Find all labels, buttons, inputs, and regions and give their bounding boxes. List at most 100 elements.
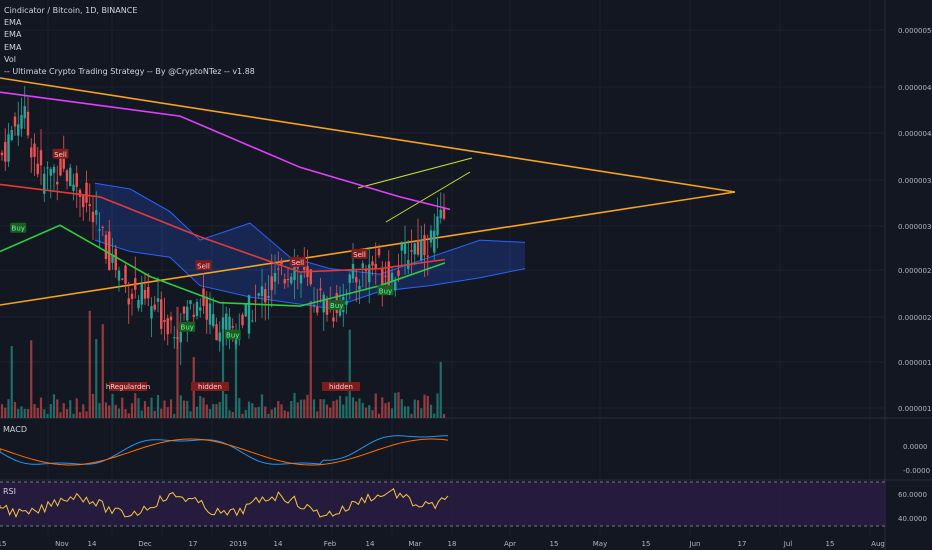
candle-body [413, 243, 416, 255]
volume-bar [69, 400, 72, 418]
time-axis-label: 15 [826, 540, 835, 548]
volume-bar [254, 407, 257, 418]
time-axis-label: Jun [689, 540, 701, 548]
volume-bar [319, 399, 322, 418]
time-axis-label: Feb [324, 540, 337, 548]
volume-bar [335, 399, 338, 418]
candle-body [286, 279, 290, 281]
candle-body [290, 276, 293, 284]
volume-bar [267, 413, 270, 418]
time-axis-label: 14 [366, 540, 375, 548]
time-axis-label: May [593, 540, 607, 548]
candle-body [49, 168, 52, 176]
volume-bar [199, 396, 202, 418]
volume-bar [306, 394, 309, 418]
legend-item-ema-1: EMA [4, 18, 22, 28]
volume-bar [160, 408, 163, 418]
volume-bar [296, 402, 299, 418]
candle-body [283, 279, 286, 284]
volume-bar [348, 329, 351, 418]
volume-bar [231, 411, 234, 418]
candle-body [316, 306, 319, 313]
volume-bar [108, 405, 111, 418]
volume-bar [169, 399, 173, 418]
candle-body [384, 275, 387, 277]
volume-bar [390, 408, 394, 418]
volume-bar [280, 404, 283, 418]
volume-bar [88, 310, 91, 418]
volume-bar [270, 409, 273, 418]
candle-body [374, 263, 377, 268]
volume-bar [182, 400, 186, 418]
candle-body [215, 324, 218, 341]
volume-bar [290, 401, 293, 418]
volume-bar [286, 411, 290, 418]
candle-body [355, 277, 358, 283]
buy-signal: Buy [179, 321, 196, 332]
time-axis-label: Apr [504, 540, 516, 548]
chart-canvas[interactable]: 0.00000500 0.00000450 0.00000400 0.00000350… [0, 0, 932, 550]
volume-bar [420, 408, 423, 418]
volume-bar [403, 406, 407, 418]
legend-item-strategy: -- Ultimate Crypto Trading Strategy -- B… [4, 67, 255, 77]
candle-body [358, 285, 361, 290]
volume-bar [397, 392, 400, 418]
candle-body [368, 264, 371, 283]
volume-bar [238, 398, 241, 418]
candle-body [121, 278, 124, 280]
candle-body [361, 263, 364, 268]
volume-bar [49, 403, 52, 418]
candle-body [280, 260, 283, 265]
rsi-band [0, 482, 885, 526]
volume-bar [147, 406, 150, 418]
candle-body [69, 167, 72, 187]
price-axis-label: 0.00000300 [898, 223, 932, 231]
candle-body [82, 195, 85, 208]
volume-bar [75, 398, 78, 418]
candle-body [228, 316, 231, 332]
time-axis-label: 17 [189, 540, 198, 548]
candle-body [423, 234, 426, 256]
price-axis-label: 0.00000150 [898, 359, 932, 367]
volume-bar [189, 411, 192, 418]
signal-tag-label: Sell [291, 259, 304, 267]
volume-bar [82, 404, 85, 418]
candle-body [91, 211, 95, 223]
candle-body [85, 182, 88, 203]
volume-bar [358, 398, 361, 418]
buy-signal: Buy [224, 329, 241, 340]
volume-bar [218, 401, 221, 418]
volume-bar [101, 324, 104, 418]
volume-bar [208, 409, 212, 418]
legend-item-ema-2: EMA [4, 30, 22, 40]
volume-divergence-tag: hRegularden [106, 382, 150, 391]
candle-body [410, 250, 413, 252]
candle-body [436, 216, 439, 236]
candle-body [312, 305, 316, 307]
candle-body [381, 267, 384, 285]
volume-tag-label: hRegularden [106, 383, 150, 391]
candle-body [260, 286, 264, 297]
candle-body [247, 295, 251, 334]
candle-body [78, 189, 82, 197]
volume-bar [91, 393, 95, 418]
candle-body [182, 306, 186, 314]
candle-body [179, 332, 182, 343]
volume-bar [228, 410, 231, 418]
candle-body [241, 314, 244, 326]
volume-bar [439, 361, 442, 418]
volume-bar [429, 404, 433, 418]
candle-body [257, 293, 260, 296]
candle-body [137, 299, 140, 309]
candle-body [163, 320, 166, 322]
candle-body [322, 294, 325, 313]
candle-body [117, 270, 121, 281]
candle-body [442, 208, 446, 219]
candle-body [192, 314, 195, 317]
volume-bar [202, 397, 205, 418]
candle-body [36, 163, 39, 175]
signal-tag-label: Buy [226, 332, 239, 340]
candle-body [345, 300, 348, 305]
candle-body [101, 226, 104, 228]
candle-body [166, 318, 169, 335]
